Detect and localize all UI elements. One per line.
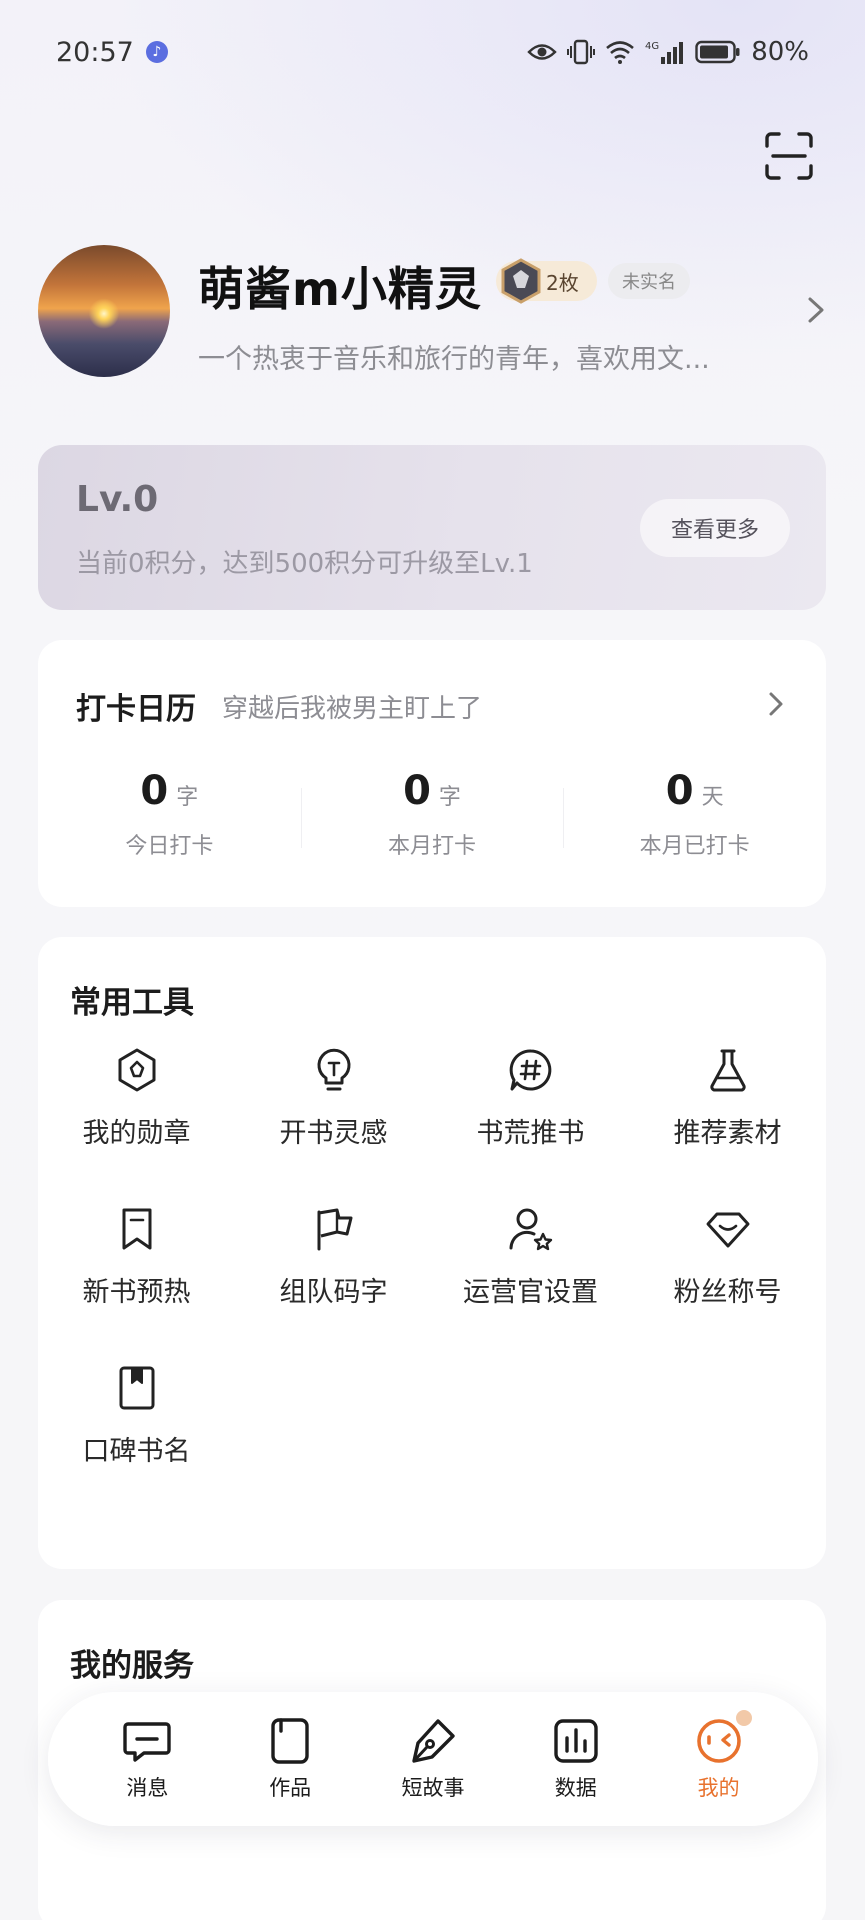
tool-label: 组队码字 (279, 1277, 388, 1308)
flask-icon (709, 1049, 746, 1092)
vibrate-icon (567, 39, 596, 65)
tool-book-recommend[interactable]: 书荒推书 (432, 1047, 629, 1150)
tool-grid: 我的勋章 开书灵感 书荒推书 推荐素材 新书预热 组队码字 运营官设置 粉丝称号… (38, 1047, 826, 1468)
chart-icon (554, 1719, 598, 1763)
lightbulb-icon (317, 1048, 350, 1091)
profile-bio: 一个热衷于音乐和旅行的青年，喜欢用文... (198, 344, 710, 375)
medal-badge[interactable]: 2枚 (496, 258, 597, 304)
tool-label: 运营官设置 (463, 1277, 598, 1308)
nav-short-story[interactable]: 短故事 (378, 1716, 488, 1802)
tool-materials[interactable]: 推荐素材 (629, 1047, 826, 1150)
scan-icon[interactable] (763, 130, 815, 182)
chevron-right-icon[interactable] (766, 690, 786, 718)
tool-my-medals[interactable]: 我的勋章 (38, 1047, 235, 1150)
message-icon (123, 1722, 172, 1762)
checkin-calendar-card[interactable]: 打卡日历 穿越后我被男主盯上了 0字 今日打卡 0字 本月打卡 0天 本月已打卡 (38, 640, 826, 907)
pen-icon (412, 1719, 455, 1763)
bookmark-icon (122, 1208, 151, 1250)
tool-team-writing[interactable]: 组队码字 (235, 1206, 432, 1309)
profile-header[interactable]: 萌酱m小精灵 2枚 未实名 一个热衷于音乐和旅行的青年，喜欢用文... (38, 245, 828, 377)
tool-label: 口碑书名 (82, 1436, 191, 1467)
tool-operator-settings[interactable]: 运营官设置 (432, 1206, 629, 1309)
flag-icon (317, 1208, 352, 1251)
realname-badge[interactable]: 未实名 (608, 263, 690, 299)
stat-value: 0 (403, 768, 431, 814)
avatar[interactable] (38, 245, 170, 377)
stat-unit: 天 (701, 785, 724, 810)
tool-label: 新书预热 (82, 1277, 191, 1308)
stat-label: 今日打卡 (125, 834, 214, 859)
tools-title: 常用工具 (70, 985, 194, 1021)
fan-badge-icon (706, 1212, 749, 1248)
common-tools-card: 常用工具 我的勋章 开书灵感 书荒推书 推荐素材 新书预热 组队码字 运营官设置 (38, 937, 826, 1569)
tool-reputation-title[interactable]: 口碑书名 (38, 1365, 235, 1468)
nav-label: 短故事 (401, 1776, 465, 1800)
book-icon (119, 1366, 154, 1410)
music-icon: ♪ (145, 41, 168, 63)
username: 萌酱m小精灵 (198, 262, 482, 316)
works-icon (271, 1718, 309, 1764)
tool-fan-title[interactable]: 粉丝称号 (629, 1206, 826, 1309)
tool-label: 粉丝称号 (673, 1277, 782, 1308)
checkin-stats: 0字 今日打卡 0字 本月打卡 0天 本月已打卡 (38, 768, 826, 868)
medal-icon (118, 1048, 155, 1092)
stat-value: 0 (665, 768, 694, 814)
checkin-title: 打卡日历 (76, 692, 196, 727)
stat-label: 本月已打卡 (639, 834, 750, 859)
chevron-right-icon[interactable] (804, 295, 828, 325)
checkin-book-title: 穿越后我被男主盯上了 (222, 694, 483, 724)
medal-count: 2枚 (546, 270, 579, 295)
nav-me[interactable]: 我的 (664, 1710, 774, 1802)
svg-text:4G: 4G (645, 41, 659, 52)
hashtag-chat-icon (509, 1049, 551, 1091)
notification-dot (735, 1710, 752, 1726)
services-title: 我的服务 (70, 1648, 194, 1684)
stat-unit: 字 (176, 785, 199, 810)
tool-label: 推荐素材 (673, 1118, 782, 1149)
nav-label: 数据 (554, 1776, 597, 1800)
level-description: 当前0积分，达到500积分可升级至Lv.1 (76, 549, 533, 579)
stat-value: 0 (140, 768, 169, 814)
user-star-icon (509, 1208, 552, 1251)
eye-icon (527, 44, 557, 60)
tool-label: 书荒推书 (476, 1118, 585, 1149)
tool-label: 我的勋章 (82, 1118, 191, 1149)
nav-messages[interactable]: 消息 (92, 1716, 202, 1802)
status-time: 20:57 (56, 36, 134, 68)
nav-label: 我的 (697, 1776, 740, 1800)
nav-data[interactable]: 数据 (521, 1716, 631, 1802)
stat-month: 0字 本月打卡 (300, 768, 564, 868)
stat-label: 本月打卡 (388, 834, 477, 859)
status-bar: 20:57 ♪ 4G 80% (0, 0, 865, 104)
signal-icon: 4G (645, 41, 684, 64)
tool-inspiration[interactable]: 开书灵感 (235, 1047, 432, 1150)
nav-label: 消息 (126, 1776, 169, 1800)
battery-percent: 80% (751, 37, 809, 67)
profile-face-icon (696, 1719, 741, 1763)
battery-icon (695, 40, 740, 64)
bottom-nav: 消息 作品 短故事 数据 我的 (48, 1692, 818, 1826)
level-card: Lv.0 当前0积分，达到500积分可升级至Lv.1 查看更多 (38, 445, 826, 610)
stat-month-days: 0天 本月已打卡 (563, 768, 826, 868)
level-title: Lv.0 (76, 479, 159, 520)
stat-unit: 字 (438, 785, 461, 810)
nav-label: 作品 (269, 1776, 312, 1800)
medal-hex-icon (501, 258, 541, 304)
stat-today: 0字 今日打卡 (38, 768, 301, 868)
tool-new-book-preheat[interactable]: 新书预热 (38, 1206, 235, 1309)
level-more-button[interactable]: 查看更多 (640, 499, 790, 557)
tool-label: 开书灵感 (279, 1118, 388, 1149)
wifi-icon (606, 41, 635, 64)
nav-works[interactable]: 作品 (235, 1716, 345, 1802)
